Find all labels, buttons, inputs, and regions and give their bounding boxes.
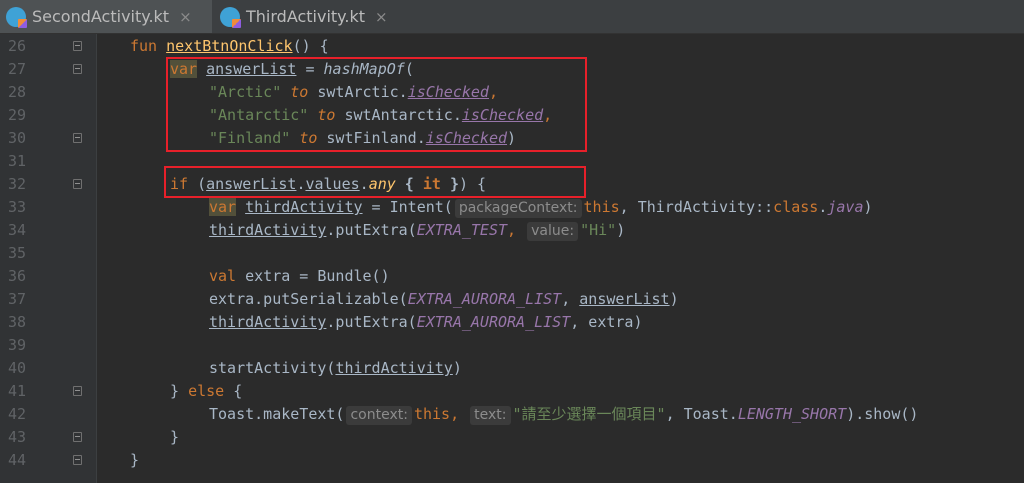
line-number: 39	[7, 336, 26, 354]
code-text: } else {	[170, 382, 243, 400]
fold-marker-icon[interactable]	[73, 179, 82, 189]
code-text: startActivity(thirdActivity)	[209, 359, 462, 377]
code-text: var thirdActivity = Intent(packageContex…	[209, 198, 873, 218]
line-number: 35	[7, 244, 26, 262]
line-number: 26	[7, 37, 26, 55]
code-line: 26 fun nextBtnOnClick() {	[0, 35, 1024, 58]
code-line: 33 var thirdActivity = Intent(packageCon…	[0, 196, 1024, 219]
code-line: 35	[0, 242, 1024, 265]
line-number: 37	[7, 290, 26, 308]
line-number: 28	[7, 83, 26, 101]
code-line: 44 }	[0, 449, 1024, 472]
line-number: 31	[7, 152, 26, 170]
close-icon[interactable]: ×	[375, 8, 388, 26]
line-number: 30	[7, 129, 26, 147]
fold-marker-icon[interactable]	[73, 133, 82, 143]
code-text: fun nextBtnOnClick() {	[130, 37, 329, 55]
highlight-box-answer-list	[166, 57, 587, 152]
tab-label: ThirdActivity.kt	[246, 7, 365, 26]
code-line: 43 }	[0, 426, 1024, 449]
code-line: 40 startActivity(thirdActivity)	[0, 357, 1024, 380]
line-number: 42	[7, 405, 26, 423]
line-number: 40	[7, 359, 26, 377]
code-text: val extra = Bundle()	[209, 267, 390, 285]
line-number: 43	[7, 428, 26, 446]
code-text: thirdActivity.putExtra(EXTRA_TEST, value…	[209, 221, 626, 241]
code-text: Toast.makeText(context: this, text: "請至少選擇…	[209, 405, 919, 425]
line-number: 38	[7, 313, 26, 331]
code-line: 39	[0, 334, 1024, 357]
line-number: 32	[7, 175, 26, 193]
fold-marker-icon[interactable]	[73, 455, 82, 465]
code-line: 41 } else {	[0, 380, 1024, 403]
fold-marker-icon[interactable]	[73, 432, 82, 442]
code-line: 36 val extra = Bundle()	[0, 265, 1024, 288]
line-number: 33	[7, 198, 26, 216]
code-line: 38 thirdActivity.putExtra(EXTRA_AURORA_L…	[0, 311, 1024, 334]
line-number: 34	[7, 221, 26, 239]
highlight-box-if-condition	[164, 166, 586, 198]
line-number: 41	[7, 382, 26, 400]
code-line: 37 extra.putSerializable(EXTRA_AURORA_LI…	[0, 288, 1024, 311]
code-text: }	[130, 451, 140, 469]
parameter-hint: packageContext:	[454, 199, 582, 218]
fold-marker-icon[interactable]	[73, 64, 82, 74]
parameter-hint: text:	[470, 406, 511, 425]
tab-second-activity[interactable]: SecondActivity.kt ×	[0, 0, 212, 33]
tab-label: SecondActivity.kt	[32, 7, 170, 26]
kotlin-file-icon	[6, 6, 27, 28]
parameter-hint: value:	[527, 222, 579, 241]
line-number: 44	[7, 451, 26, 469]
code-text: }	[170, 428, 180, 446]
close-icon[interactable]: ×	[179, 8, 192, 26]
kotlin-file-icon	[220, 6, 241, 28]
code-text: extra.putSerializable(EXTRA_AURORA_LIST,…	[209, 290, 679, 308]
tab-third-activity[interactable]: ThirdActivity.kt ×	[214, 0, 410, 33]
code-text: thirdActivity.putExtra(EXTRA_AURORA_LIST…	[209, 313, 643, 331]
code-line: 42 Toast.makeText(context: this, text: "請至…	[0, 403, 1024, 426]
line-number: 27	[7, 60, 26, 78]
line-number: 29	[7, 106, 26, 124]
fold-marker-icon[interactable]	[73, 386, 82, 396]
editor-tab-bar: SecondActivity.kt × ThirdActivity.kt ×	[0, 0, 1024, 34]
line-number: 36	[7, 267, 26, 285]
parameter-hint: context:	[346, 406, 412, 425]
fold-marker-icon[interactable]	[73, 41, 82, 51]
code-line: 34 thirdActivity.putExtra(EXTRA_TEST, va…	[0, 219, 1024, 242]
